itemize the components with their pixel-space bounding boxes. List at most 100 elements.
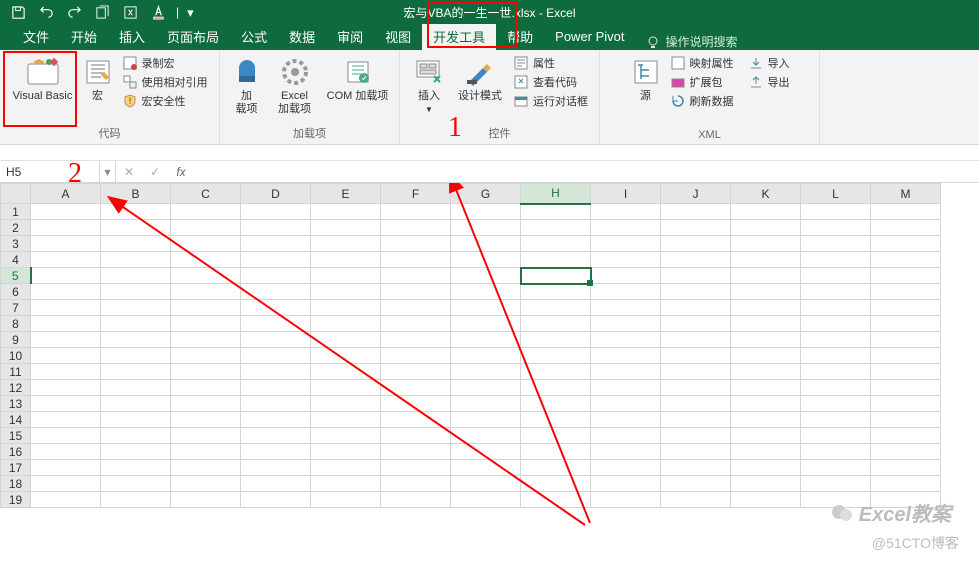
cell[interactable] xyxy=(241,348,311,364)
cell[interactable] xyxy=(521,348,591,364)
cell[interactable] xyxy=(591,332,661,348)
cell[interactable] xyxy=(381,204,451,220)
spreadsheet-grid[interactable]: ABCDEFGHIJKLM123456789101112131415161718… xyxy=(0,183,979,571)
row-header[interactable]: 16 xyxy=(1,444,31,460)
cell[interactable] xyxy=(871,236,941,252)
cell[interactable] xyxy=(801,316,871,332)
row-header[interactable]: 13 xyxy=(1,396,31,412)
cell[interactable] xyxy=(101,236,171,252)
row-header[interactable]: 4 xyxy=(1,252,31,268)
cell[interactable] xyxy=(381,492,451,508)
cell[interactable] xyxy=(241,316,311,332)
cell[interactable] xyxy=(661,476,731,492)
cell[interactable] xyxy=(521,252,591,268)
cell[interactable] xyxy=(31,300,101,316)
cell[interactable] xyxy=(731,204,801,220)
col-header[interactable]: H xyxy=(521,184,591,204)
name-box-dropdown[interactable]: ▾ xyxy=(100,161,116,182)
cell[interactable] xyxy=(31,268,101,284)
cancel-icon[interactable]: ✕ xyxy=(116,161,142,183)
run-dialog-button[interactable]: 运行对话框 xyxy=(511,92,590,110)
com-addins-button[interactable]: COM 加载项 xyxy=(323,54,393,105)
cell[interactable] xyxy=(801,364,871,380)
cell[interactable] xyxy=(591,316,661,332)
col-header[interactable]: G xyxy=(451,184,521,204)
cell[interactable] xyxy=(101,412,171,428)
cell[interactable] xyxy=(871,348,941,364)
cell[interactable] xyxy=(241,364,311,380)
cell[interactable] xyxy=(801,252,871,268)
cell[interactable] xyxy=(31,428,101,444)
row-header[interactable]: 19 xyxy=(1,492,31,508)
macros-button[interactable]: 宏 xyxy=(80,54,116,105)
cell[interactable] xyxy=(171,380,241,396)
cell[interactable] xyxy=(801,204,871,220)
cell[interactable] xyxy=(381,268,451,284)
undo-icon[interactable] xyxy=(36,2,56,22)
cell[interactable] xyxy=(101,316,171,332)
cell[interactable] xyxy=(591,284,661,300)
cell[interactable] xyxy=(171,412,241,428)
cell[interactable] xyxy=(521,460,591,476)
addins-button[interactable]: 加 载项 xyxy=(227,54,267,118)
cell[interactable] xyxy=(801,460,871,476)
cell[interactable] xyxy=(731,236,801,252)
formula-input[interactable] xyxy=(194,161,979,182)
cell[interactable] xyxy=(311,364,381,380)
tab-公式[interactable]: 公式 xyxy=(230,24,278,50)
cell[interactable] xyxy=(311,444,381,460)
export-button[interactable]: 导出 xyxy=(746,73,792,91)
row-header[interactable]: 1 xyxy=(1,204,31,220)
cell[interactable] xyxy=(521,300,591,316)
cell[interactable] xyxy=(241,460,311,476)
row-header[interactable]: 9 xyxy=(1,332,31,348)
cell[interactable] xyxy=(801,284,871,300)
cell[interactable] xyxy=(311,412,381,428)
expansion-pack-button[interactable]: 扩展包 xyxy=(668,73,736,91)
cell[interactable] xyxy=(101,348,171,364)
cell[interactable] xyxy=(871,364,941,380)
cell[interactable] xyxy=(871,412,941,428)
cell[interactable] xyxy=(381,380,451,396)
cell[interactable] xyxy=(311,380,381,396)
tab-文件[interactable]: 文件 xyxy=(12,24,60,50)
cell[interactable] xyxy=(101,268,171,284)
cell[interactable] xyxy=(311,332,381,348)
cell[interactable] xyxy=(241,476,311,492)
cell[interactable] xyxy=(871,476,941,492)
cell[interactable] xyxy=(101,284,171,300)
cell[interactable] xyxy=(801,332,871,348)
row-header[interactable]: 8 xyxy=(1,316,31,332)
cell[interactable] xyxy=(241,284,311,300)
cell[interactable] xyxy=(451,460,521,476)
cell[interactable] xyxy=(661,300,731,316)
cell[interactable] xyxy=(241,412,311,428)
cell[interactable] xyxy=(311,284,381,300)
cell[interactable] xyxy=(31,396,101,412)
row-header[interactable]: 6 xyxy=(1,284,31,300)
refresh-data-button[interactable]: 刷新数据 xyxy=(668,92,736,110)
row-header[interactable]: 12 xyxy=(1,380,31,396)
cell[interactable] xyxy=(661,284,731,300)
cell[interactable] xyxy=(381,332,451,348)
cell[interactable] xyxy=(661,364,731,380)
cell[interactable] xyxy=(101,380,171,396)
cell[interactable] xyxy=(801,396,871,412)
cell[interactable] xyxy=(871,300,941,316)
cell[interactable] xyxy=(731,396,801,412)
cell[interactable] xyxy=(591,492,661,508)
cell[interactable] xyxy=(101,460,171,476)
cell[interactable] xyxy=(101,444,171,460)
cell[interactable] xyxy=(591,380,661,396)
cell[interactable] xyxy=(381,476,451,492)
cell[interactable] xyxy=(101,476,171,492)
cell[interactable] xyxy=(241,332,311,348)
cell[interactable] xyxy=(451,348,521,364)
cell[interactable] xyxy=(801,220,871,236)
cell[interactable] xyxy=(591,476,661,492)
cell[interactable] xyxy=(31,444,101,460)
cell[interactable] xyxy=(171,220,241,236)
cell[interactable] xyxy=(591,428,661,444)
cell[interactable] xyxy=(521,428,591,444)
cell[interactable] xyxy=(311,220,381,236)
